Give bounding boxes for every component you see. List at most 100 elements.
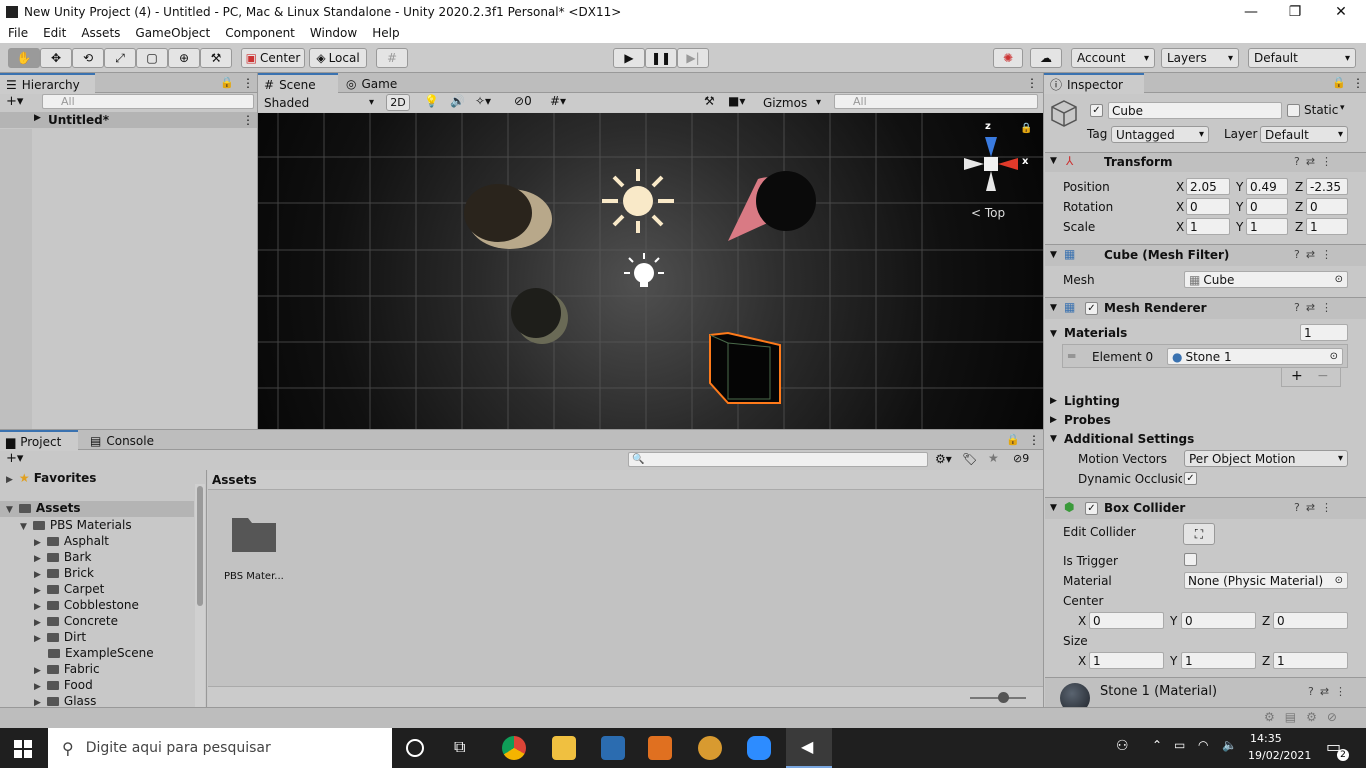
scene-search-input[interactable]: All [834,94,1038,109]
lighting-toggle-icon[interactable]: 💡 [424,94,439,108]
point-light-gizmo[interactable] [624,253,664,287]
inspector-more-icon[interactable]: ⋮ [1352,76,1364,90]
directional-light-gizmo[interactable] [602,169,674,233]
hidden-objects-icon[interactable]: ⊘0 [514,94,532,108]
video-editor-icon[interactable] [648,736,672,760]
transform-tool-button[interactable]: ⊕ [168,48,200,68]
asset-folder-item[interactable]: PBS Mater... [224,514,286,582]
close-button[interactable]: ✕ [1318,0,1364,23]
add-icon[interactable]: +▾ [6,94,23,109]
element-material-field[interactable]: ● Stone 1 ⊙ [1167,348,1343,365]
grid-toggle-icon[interactable]: #▾ [550,94,566,108]
step-button[interactable]: ▶| [677,48,709,68]
favorite-star-icon[interactable]: ★ [988,451,999,465]
menu-gameobject[interactable]: GameObject [135,26,210,40]
scale-tool-button[interactable]: ⤢ [104,48,136,68]
taskbar-search-box[interactable]: ⚲ Digite aqui para pesquisar [48,728,392,768]
project-search-input[interactable]: 🔍 [628,452,928,467]
object-picker-icon[interactable]: ⊙ [1330,351,1338,362]
scene-tools-icon[interactable]: ⚒ [704,94,715,108]
selected-cube-object[interactable] [709,331,781,404]
position-x-field[interactable]: 2.05 [1186,178,1230,195]
add-element-icon[interactable]: + [1291,368,1303,384]
dynamic-occlusion-checkbox[interactable]: ✓ [1184,472,1197,485]
file-explorer-icon[interactable] [552,736,576,760]
project-add-icon[interactable]: +▾ [6,451,23,466]
is-trigger-checkbox[interactable] [1184,553,1197,566]
rotation-z-field[interactable]: 0 [1306,198,1348,215]
tree-folder[interactable]: ▶ Glass [34,694,96,708]
materials-count-field[interactable]: 1 [1300,324,1348,341]
probes-label[interactable]: Probes [1064,413,1111,427]
hand-tool-button[interactable]: ✋ [8,48,40,68]
lighting-label[interactable]: Lighting [1064,394,1120,408]
component-actions[interactable]: ?⇄⋮ [1308,685,1352,698]
tree-folder[interactable]: ▶ Cobblestone [34,598,139,612]
restore-button[interactable]: ❐ [1272,0,1318,23]
tag-dropdown[interactable]: Untagged [1111,126,1209,143]
scene-viewport[interactable]: z x < Top 🔒 [258,113,1043,429]
menu-edit[interactable]: Edit [43,26,66,40]
play-button[interactable]: ▶ [613,48,645,68]
tab-project[interactable]: ▆ Project [0,430,78,451]
expand-icon[interactable]: ▶ [1050,415,1057,425]
size-y-field[interactable]: 1 [1181,652,1256,669]
tree-favorites[interactable]: ▶ ★ Favorites [6,471,96,485]
more-menu-icon[interactable]: ⋮ [242,76,254,90]
tree-scrollbar[interactable] [195,484,205,708]
lock-icon[interactable]: 🔒 [220,76,234,89]
status-icons[interactable]: ⚙▤⚙⊘ [1264,710,1347,724]
move-tool-button[interactable]: ✥ [40,48,72,68]
rotation-x-field[interactable]: 0 [1186,198,1230,215]
filter-type-icon[interactable]: ⚙▾ [935,452,952,466]
orientation-gizmo[interactable] [964,137,1018,191]
physic-material-field[interactable]: None (Physic Material) ⊙ [1184,572,1348,589]
static-checkbox[interactable] [1287,104,1300,117]
effects-toggle-icon[interactable]: ✧▾ [475,94,491,108]
hierarchy-search-input[interactable]: All [42,94,254,109]
filter-label-icon[interactable]: 🏷 [962,452,977,466]
cloud-button[interactable]: ☁ [1030,48,1062,68]
tray-chevron-icon[interactable]: ⌃ [1152,738,1162,752]
drag-handle-icon[interactable]: ═ [1068,349,1075,363]
camera-icon[interactable]: ■▾ [728,94,745,108]
position-y-field[interactable]: 0.49 [1246,178,1288,195]
tab-scene[interactable]: # Scene [258,73,338,94]
collab-button[interactable]: ✺ [993,48,1023,68]
center-y-field[interactable]: 0 [1181,612,1256,629]
scale-y-field[interactable]: 1 [1246,218,1288,235]
component-actions[interactable]: ?⇄⋮ [1294,155,1338,168]
object-active-checkbox[interactable]: ✓ [1090,104,1103,117]
menu-window[interactable]: Window [310,26,357,40]
rect-tool-button[interactable]: ▢ [136,48,168,68]
tree-folder[interactable]: ▶ Brick [34,566,94,580]
tree-scroll-thumb[interactable] [197,486,203,606]
cortana-icon[interactable] [406,739,424,757]
hidden-packages-icon[interactable]: ⊘9 [1013,452,1029,465]
zoom-slider-handle[interactable] [998,692,1009,703]
layout-dropdown[interactable]: Default [1248,48,1356,68]
position-z-field[interactable]: -2.35 [1306,178,1348,195]
collapse-icon[interactable]: ▼ [1050,503,1057,513]
component-actions[interactable]: ?⇄⋮ [1294,248,1338,261]
asset-breadcrumb[interactable]: Assets [208,470,1043,490]
chrome-icon[interactable] [502,736,526,760]
menu-assets[interactable]: Assets [81,26,120,40]
scene-more-menu-icon[interactable]: ⋮ [1026,76,1038,90]
view-label[interactable]: < Top [971,206,1005,220]
tree-folder[interactable]: ▶ Asphalt [34,534,109,548]
tree-folder[interactable]: ▶ Bark [34,550,91,564]
inspector-lock-icon[interactable]: 🔒 [1332,76,1346,89]
object-picker-icon[interactable]: ⊙ [1335,575,1343,586]
gizmo-lock-icon[interactable]: 🔒 [1020,123,1032,134]
draw-mode-dropdown[interactable]: Shaded [260,94,378,111]
size-x-field[interactable]: 1 [1089,652,1164,669]
collapse-icon[interactable]: ▼ [1050,156,1057,166]
windows-start-icon[interactable] [14,740,32,758]
rotate-tool-button[interactable]: ⟲ [72,48,104,68]
tab-hierarchy[interactable]: ☰ Hierarchy [0,73,95,94]
layers-dropdown[interactable]: Layers [1161,48,1239,68]
zoom-icon[interactable] [747,736,771,760]
scale-x-field[interactable]: 1 [1186,218,1230,235]
tree-folder[interactable]: ▶ Concrete [34,614,118,628]
